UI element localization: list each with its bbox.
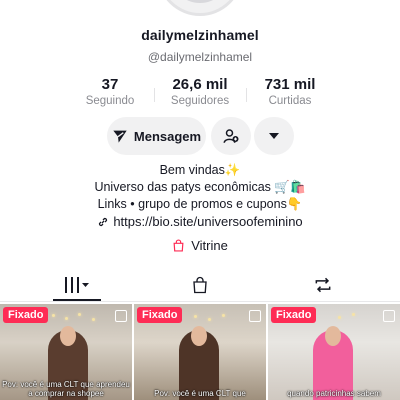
message-button[interactable]: Mensagem: [107, 117, 206, 155]
send-icon: [113, 130, 127, 143]
stat-likes-value: 731 mil: [264, 76, 316, 93]
profile-actions: Mensagem: [0, 117, 400, 155]
content-tabs: [0, 269, 400, 302]
follow-friend-button[interactable]: [211, 117, 251, 155]
bio: Bem vindas✨ Universo das patys econômica…: [0, 162, 400, 230]
vitrine-label: Vitrine: [191, 238, 228, 253]
more-options-button[interactable]: [254, 117, 294, 155]
stats-row: 37 Seguindo 26,6 mil Seguidores 731 mil …: [0, 76, 400, 110]
avatar[interactable]: [157, 0, 243, 16]
repost-icon: [315, 277, 331, 292]
stat-following-label: Seguindo: [85, 95, 135, 107]
multi-photo-icon: [115, 310, 127, 322]
decor-lights: [184, 312, 244, 322]
multi-photo-icon: [249, 310, 261, 322]
link-icon: [99, 217, 108, 226]
avatar-image: [170, 0, 230, 3]
bio-line-1: Bem vindas✨: [159, 163, 241, 177]
video-caption: Pov: você é uma CLT que: [154, 389, 246, 398]
bio-link-text: https://bio.site/universoofeminino: [113, 214, 303, 229]
video-figure-head: [325, 326, 341, 346]
video-figure-head: [60, 326, 76, 346]
video-thumbnail[interactable]: Fixado Pov: você é uma CLT que aprendeu …: [0, 304, 132, 400]
tab-active-indicator: [53, 299, 101, 301]
video-caption: quando patricinhas sabem: [287, 389, 381, 398]
add-user-icon: [223, 129, 239, 143]
pinned-badge: Fixado: [3, 307, 49, 323]
stat-following[interactable]: 37 Seguindo: [65, 76, 155, 107]
bio-line-2: Universo das patys econômicas 🛒🛍️: [94, 180, 306, 194]
message-button-label: Mensagem: [133, 128, 202, 144]
video-caption: Pov: você é uma CLT que aprendeu a compr…: [2, 380, 130, 398]
video-thumbnail[interactable]: Fixado quando patricinhas sabem: [268, 304, 400, 400]
stat-following-value: 37: [101, 76, 119, 93]
handle: @dailymelzinhamel: [147, 50, 253, 64]
tab-videos[interactable]: [47, 269, 107, 301]
stat-likes-label: Curtidas: [268, 95, 312, 107]
pinned-badge: Fixado: [137, 307, 183, 323]
stat-likes[interactable]: 731 mil Curtidas: [245, 76, 335, 107]
pinned-badge: Fixado: [271, 307, 317, 323]
username: dailymelzinhamel: [141, 27, 259, 43]
bag-icon: [193, 276, 207, 293]
decor-lights: [50, 312, 110, 322]
tab-purchases[interactable]: [170, 269, 230, 300]
vitrine-link[interactable]: Vitrine: [0, 238, 400, 253]
shopping-bag-icon: [173, 239, 184, 252]
tab-reposts[interactable]: [293, 269, 353, 300]
stat-followers[interactable]: 26,6 mil Seguidores: [155, 76, 245, 107]
video-grid: Fixado Pov: você é uma CLT que aprendeu …: [0, 304, 400, 400]
video-thumbnail[interactable]: Fixado Pov: você é uma CLT que: [134, 304, 266, 400]
bio-link[interactable]: https://bio.site/universoofeminino: [0, 213, 400, 230]
bio-line-3: Links • grupo de promos e cupons👇: [97, 197, 303, 211]
stat-followers-value: 26,6 mil: [172, 76, 228, 93]
stat-followers-label: Seguidores: [170, 95, 230, 107]
caret-down-icon: [269, 133, 279, 139]
decor-lights: [318, 312, 378, 322]
multi-photo-icon: [383, 310, 395, 322]
grid-icon: [65, 276, 89, 293]
video-figure-head: [191, 326, 207, 346]
